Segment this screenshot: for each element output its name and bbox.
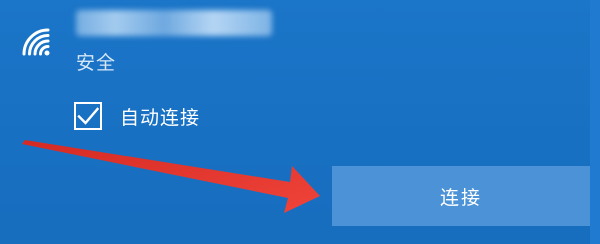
auto-connect-label: 自动连接 <box>120 106 201 129</box>
wifi-icon <box>18 24 60 60</box>
arrow-shape <box>22 140 320 213</box>
network-flyout-panel: 安全 自动连接 连接 <box>0 0 600 244</box>
connect-button[interactable]: 连接 <box>332 166 590 226</box>
checkbox-box[interactable] <box>74 102 102 130</box>
auto-connect-checkbox[interactable]: 自动连接 <box>74 102 200 130</box>
panel-edge <box>590 0 600 244</box>
security-status: 安全 <box>76 52 117 74</box>
checkmark-icon <box>77 107 100 125</box>
network-name-redacted <box>76 10 272 36</box>
